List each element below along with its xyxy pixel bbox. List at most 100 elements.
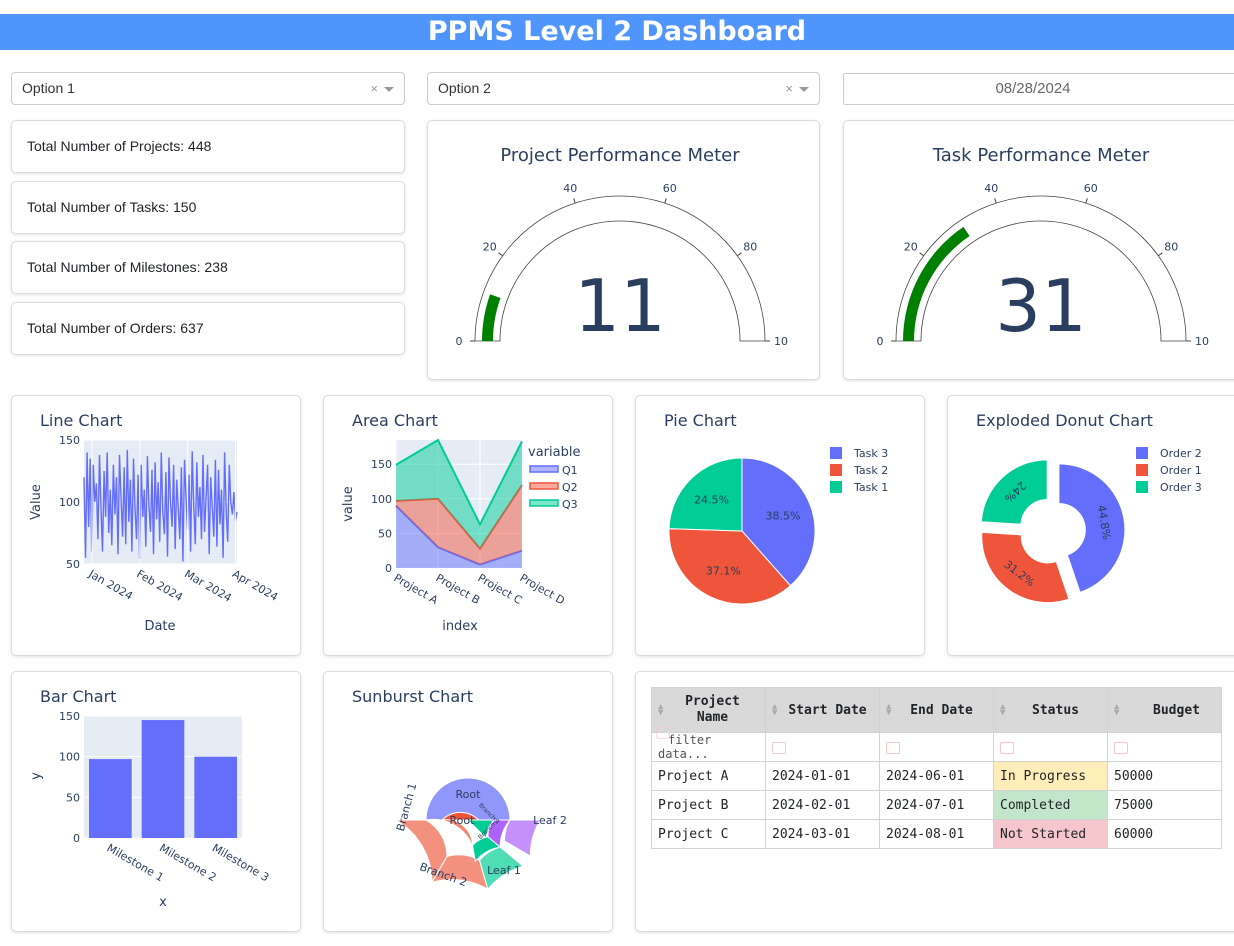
x-tick-label: Project D bbox=[518, 571, 567, 607]
filter-cell[interactable] bbox=[1107, 732, 1222, 762]
chart-title: Exploded Donut Chart bbox=[976, 411, 1153, 430]
y-axis-label: Value bbox=[29, 484, 44, 520]
legend-swatch bbox=[529, 482, 559, 490]
legend-swatch bbox=[830, 447, 842, 459]
filter-cell[interactable] bbox=[993, 732, 1108, 762]
filter-cell[interactable]: filter data... bbox=[651, 727, 766, 762]
sunburst-label: Root bbox=[456, 788, 482, 801]
legend-label: Order 1 bbox=[1160, 464, 1202, 477]
col-header-budget[interactable]: ▲ ▼ Budget bbox=[1107, 687, 1222, 733]
x-tick-label: Mar 2024 bbox=[182, 567, 234, 604]
col-header-project-name[interactable]: ▲ ▼ Project Name bbox=[651, 687, 766, 733]
gauge-tick-label: 0 bbox=[456, 335, 463, 348]
cell-start[interactable]: 2024-03-01 bbox=[765, 819, 880, 849]
table-row: Project A 2024-01-01 2024-06-01 In Progr… bbox=[651, 761, 1222, 791]
sort-icon[interactable]: ▲ ▼ bbox=[772, 703, 777, 718]
legend-swatch bbox=[1136, 447, 1148, 459]
table-row: Project C 2024-03-01 2024-08-01 Not Star… bbox=[651, 819, 1222, 849]
gauge-tick-label: 60 bbox=[663, 182, 677, 195]
cell-status[interactable]: Completed bbox=[993, 790, 1108, 820]
cell-name[interactable]: Project A bbox=[651, 761, 766, 791]
gauge-tick bbox=[1085, 198, 1088, 204]
table-row: Project B 2024-02-01 2024-07-01 Complete… bbox=[651, 790, 1222, 820]
gauge-value-bar bbox=[482, 294, 501, 341]
stat-tasks: Total Number of Tasks: 150 bbox=[11, 181, 405, 234]
gauge-tick bbox=[737, 252, 742, 257]
dropdown-value: Option 2 bbox=[438, 80, 491, 96]
legend-label: Order 2 bbox=[1160, 447, 1202, 460]
filter-cell[interactable] bbox=[879, 732, 994, 762]
cell-status[interactable]: Not Started bbox=[993, 819, 1108, 849]
filter-cell[interactable] bbox=[765, 732, 880, 762]
clear-icon[interactable]: × bbox=[370, 81, 378, 96]
gauge-tick-label: 20 bbox=[904, 240, 918, 253]
sunburst-chart: Sunburst ChartRootRootBranch 1Branch 2 Le… bbox=[352, 687, 567, 891]
sort-icon[interactable]: ▲ ▼ bbox=[1000, 703, 1005, 718]
y-tick-label: 50 bbox=[66, 791, 80, 804]
gauge-tick bbox=[994, 198, 997, 204]
y-tick-label: 150 bbox=[371, 458, 392, 471]
cell-budget[interactable]: 75000 bbox=[1107, 790, 1222, 820]
stat-orders: Total Number of Orders: 637 bbox=[11, 302, 405, 355]
cell-name[interactable]: Project C bbox=[651, 819, 766, 849]
cell-start[interactable]: 2024-01-01 bbox=[765, 761, 880, 791]
sort-icon[interactable]: ▲ ▼ bbox=[886, 703, 891, 718]
task-performance-card: Task Performance Meter 0 20 40 60 80 10 31 bbox=[843, 120, 1234, 380]
slice-order-2 bbox=[1058, 463, 1126, 594]
stat-projects: Total Number of Projects: 448 bbox=[11, 120, 405, 173]
legend-label: Q2 bbox=[562, 481, 578, 494]
sort-icon[interactable]: ▲ ▼ bbox=[658, 703, 663, 718]
cell-budget[interactable]: 60000 bbox=[1107, 819, 1222, 849]
cell-end[interactable]: 2024-07-01 bbox=[879, 790, 994, 820]
cell-name[interactable]: Project B bbox=[651, 790, 766, 820]
cell-start[interactable]: 2024-02-01 bbox=[765, 790, 880, 820]
line-chart: Line Chart 150 100 50 Jan 2024 Feb 2024Mar 20… bbox=[29, 411, 280, 634]
chart-title: Pie Chart bbox=[664, 411, 737, 430]
legend-swatch bbox=[529, 465, 559, 473]
gauge-tick-label: 80 bbox=[743, 240, 757, 253]
col-header-start-date[interactable]: ▲ ▼ Start Date bbox=[765, 687, 880, 733]
bar-3 bbox=[194, 756, 237, 838]
clear-icon[interactable]: × bbox=[785, 81, 793, 96]
dropdown-option-1[interactable]: Option 1 × bbox=[11, 72, 405, 105]
cell-status[interactable]: In Progress bbox=[993, 761, 1108, 791]
gauge-tick-label: 10 bbox=[1195, 335, 1209, 348]
sunburst-label: Leaf 1 bbox=[487, 864, 521, 877]
y-tick-label: 0 bbox=[73, 832, 80, 845]
dropdown-value: Option 1 bbox=[22, 80, 75, 96]
x-tick-label: Jan 2024 bbox=[86, 567, 135, 603]
sort-icon[interactable]: ▲ ▼ bbox=[1114, 703, 1119, 718]
legend-label: Q3 bbox=[562, 498, 578, 511]
y-tick-label: 0 bbox=[385, 562, 392, 575]
x-tick-label: Feb 2024 bbox=[134, 567, 185, 604]
legend-label: Task 2 bbox=[853, 464, 888, 477]
gauge-tick-label: 0 bbox=[877, 335, 884, 348]
line-chart-card: Line Chart 150 100 50 Jan 2024 Feb 2024 Mar 20… bbox=[11, 395, 301, 656]
gauge-title: Task Performance Meter bbox=[932, 145, 1150, 166]
x-tick-label: Project A bbox=[392, 571, 441, 607]
legend-swatch bbox=[1136, 464, 1148, 476]
dropdown-option-2[interactable]: Option 2 × bbox=[427, 72, 820, 105]
legend-label: Task 1 bbox=[853, 481, 888, 494]
gauge-tick bbox=[1158, 252, 1163, 257]
chevron-down-icon[interactable] bbox=[799, 87, 809, 93]
gauge-value: 31 bbox=[995, 264, 1087, 348]
page-title: PPMS Level 2 Dashboard bbox=[0, 14, 1234, 50]
cell-end[interactable]: 2024-06-01 bbox=[879, 761, 994, 791]
legend-swatch bbox=[830, 481, 842, 493]
gauge-tick-label: 40 bbox=[984, 182, 998, 195]
gauge-tick bbox=[664, 198, 667, 204]
sunburst-label: Leaf 2 bbox=[533, 814, 567, 827]
legend-label: Q1 bbox=[562, 464, 578, 477]
chevron-down-icon[interactable] bbox=[384, 87, 394, 93]
slice-label: 37.1% bbox=[706, 565, 741, 578]
y-tick-label: 100 bbox=[59, 496, 80, 509]
col-header-end-date[interactable]: ▲ ▼ End Date bbox=[879, 687, 994, 733]
cell-budget[interactable]: 50000 bbox=[1107, 761, 1222, 791]
date-picker[interactable]: 08/28/2024 bbox=[843, 73, 1234, 105]
col-header-status[interactable]: ▲ ▼ Status bbox=[993, 687, 1108, 733]
cell-end[interactable]: 2024-08-01 bbox=[879, 819, 994, 849]
legend-swatch bbox=[830, 464, 842, 476]
x-tick-label: Milestone 3 bbox=[210, 841, 271, 884]
x-axis-label: index bbox=[442, 619, 478, 634]
